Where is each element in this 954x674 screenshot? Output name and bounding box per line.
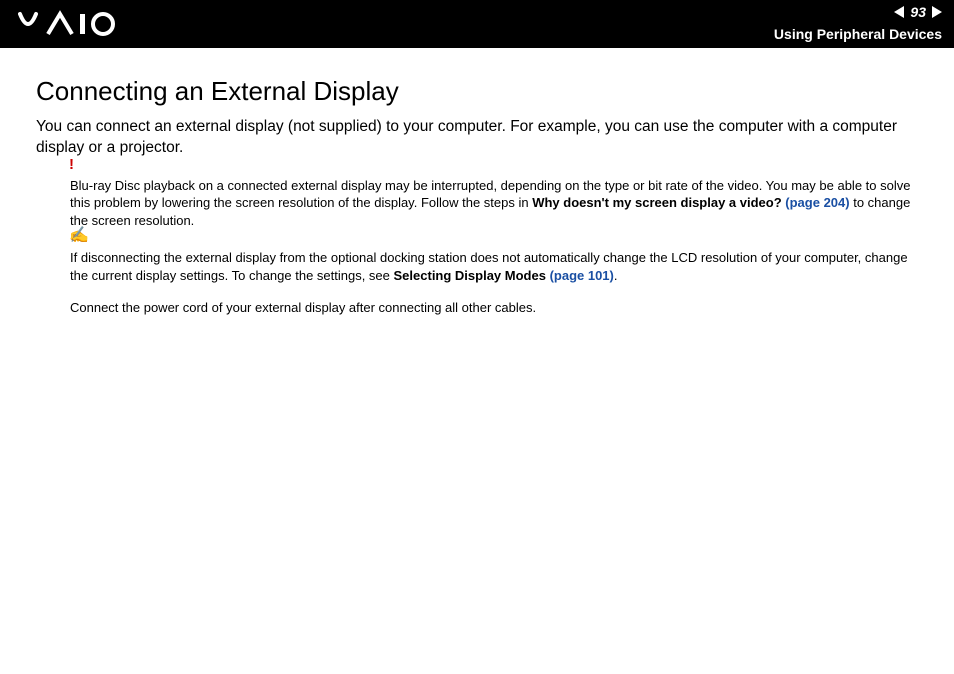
- prev-page-arrow-icon[interactable]: [894, 6, 904, 18]
- warning-note: ! Blu-ray Disc playback on a connected e…: [70, 173, 918, 230]
- next-page-arrow-icon[interactable]: [932, 6, 942, 18]
- document-page: 93 Using Peripheral Devices Connecting a…: [0, 0, 954, 674]
- page-number: 93: [908, 4, 928, 20]
- page-content: Connecting an External Display You can c…: [0, 48, 954, 316]
- page-nav: 93: [894, 4, 942, 20]
- tip-note: ✍ If disconnecting the external display …: [70, 243, 918, 284]
- intro-paragraph: You can connect an external display (not…: [36, 117, 918, 159]
- warning-page-link[interactable]: (page 204): [782, 195, 850, 210]
- tip-icon: ✍: [69, 225, 89, 247]
- warning-bold: Why doesn't my screen display a video?: [532, 195, 781, 210]
- header-bar: 93 Using Peripheral Devices: [0, 0, 954, 48]
- tip-bold: Selecting Display Modes: [394, 268, 546, 283]
- warning-icon: !: [69, 155, 74, 175]
- instruction-text: Connect the power cord of your external …: [70, 299, 918, 317]
- page-title: Connecting an External Display: [36, 76, 918, 107]
- section-title: Using Peripheral Devices: [774, 26, 942, 42]
- tip-page-link[interactable]: (page 101): [546, 268, 614, 283]
- tip-text-post: .: [614, 268, 618, 283]
- vaio-logo: [18, 8, 128, 40]
